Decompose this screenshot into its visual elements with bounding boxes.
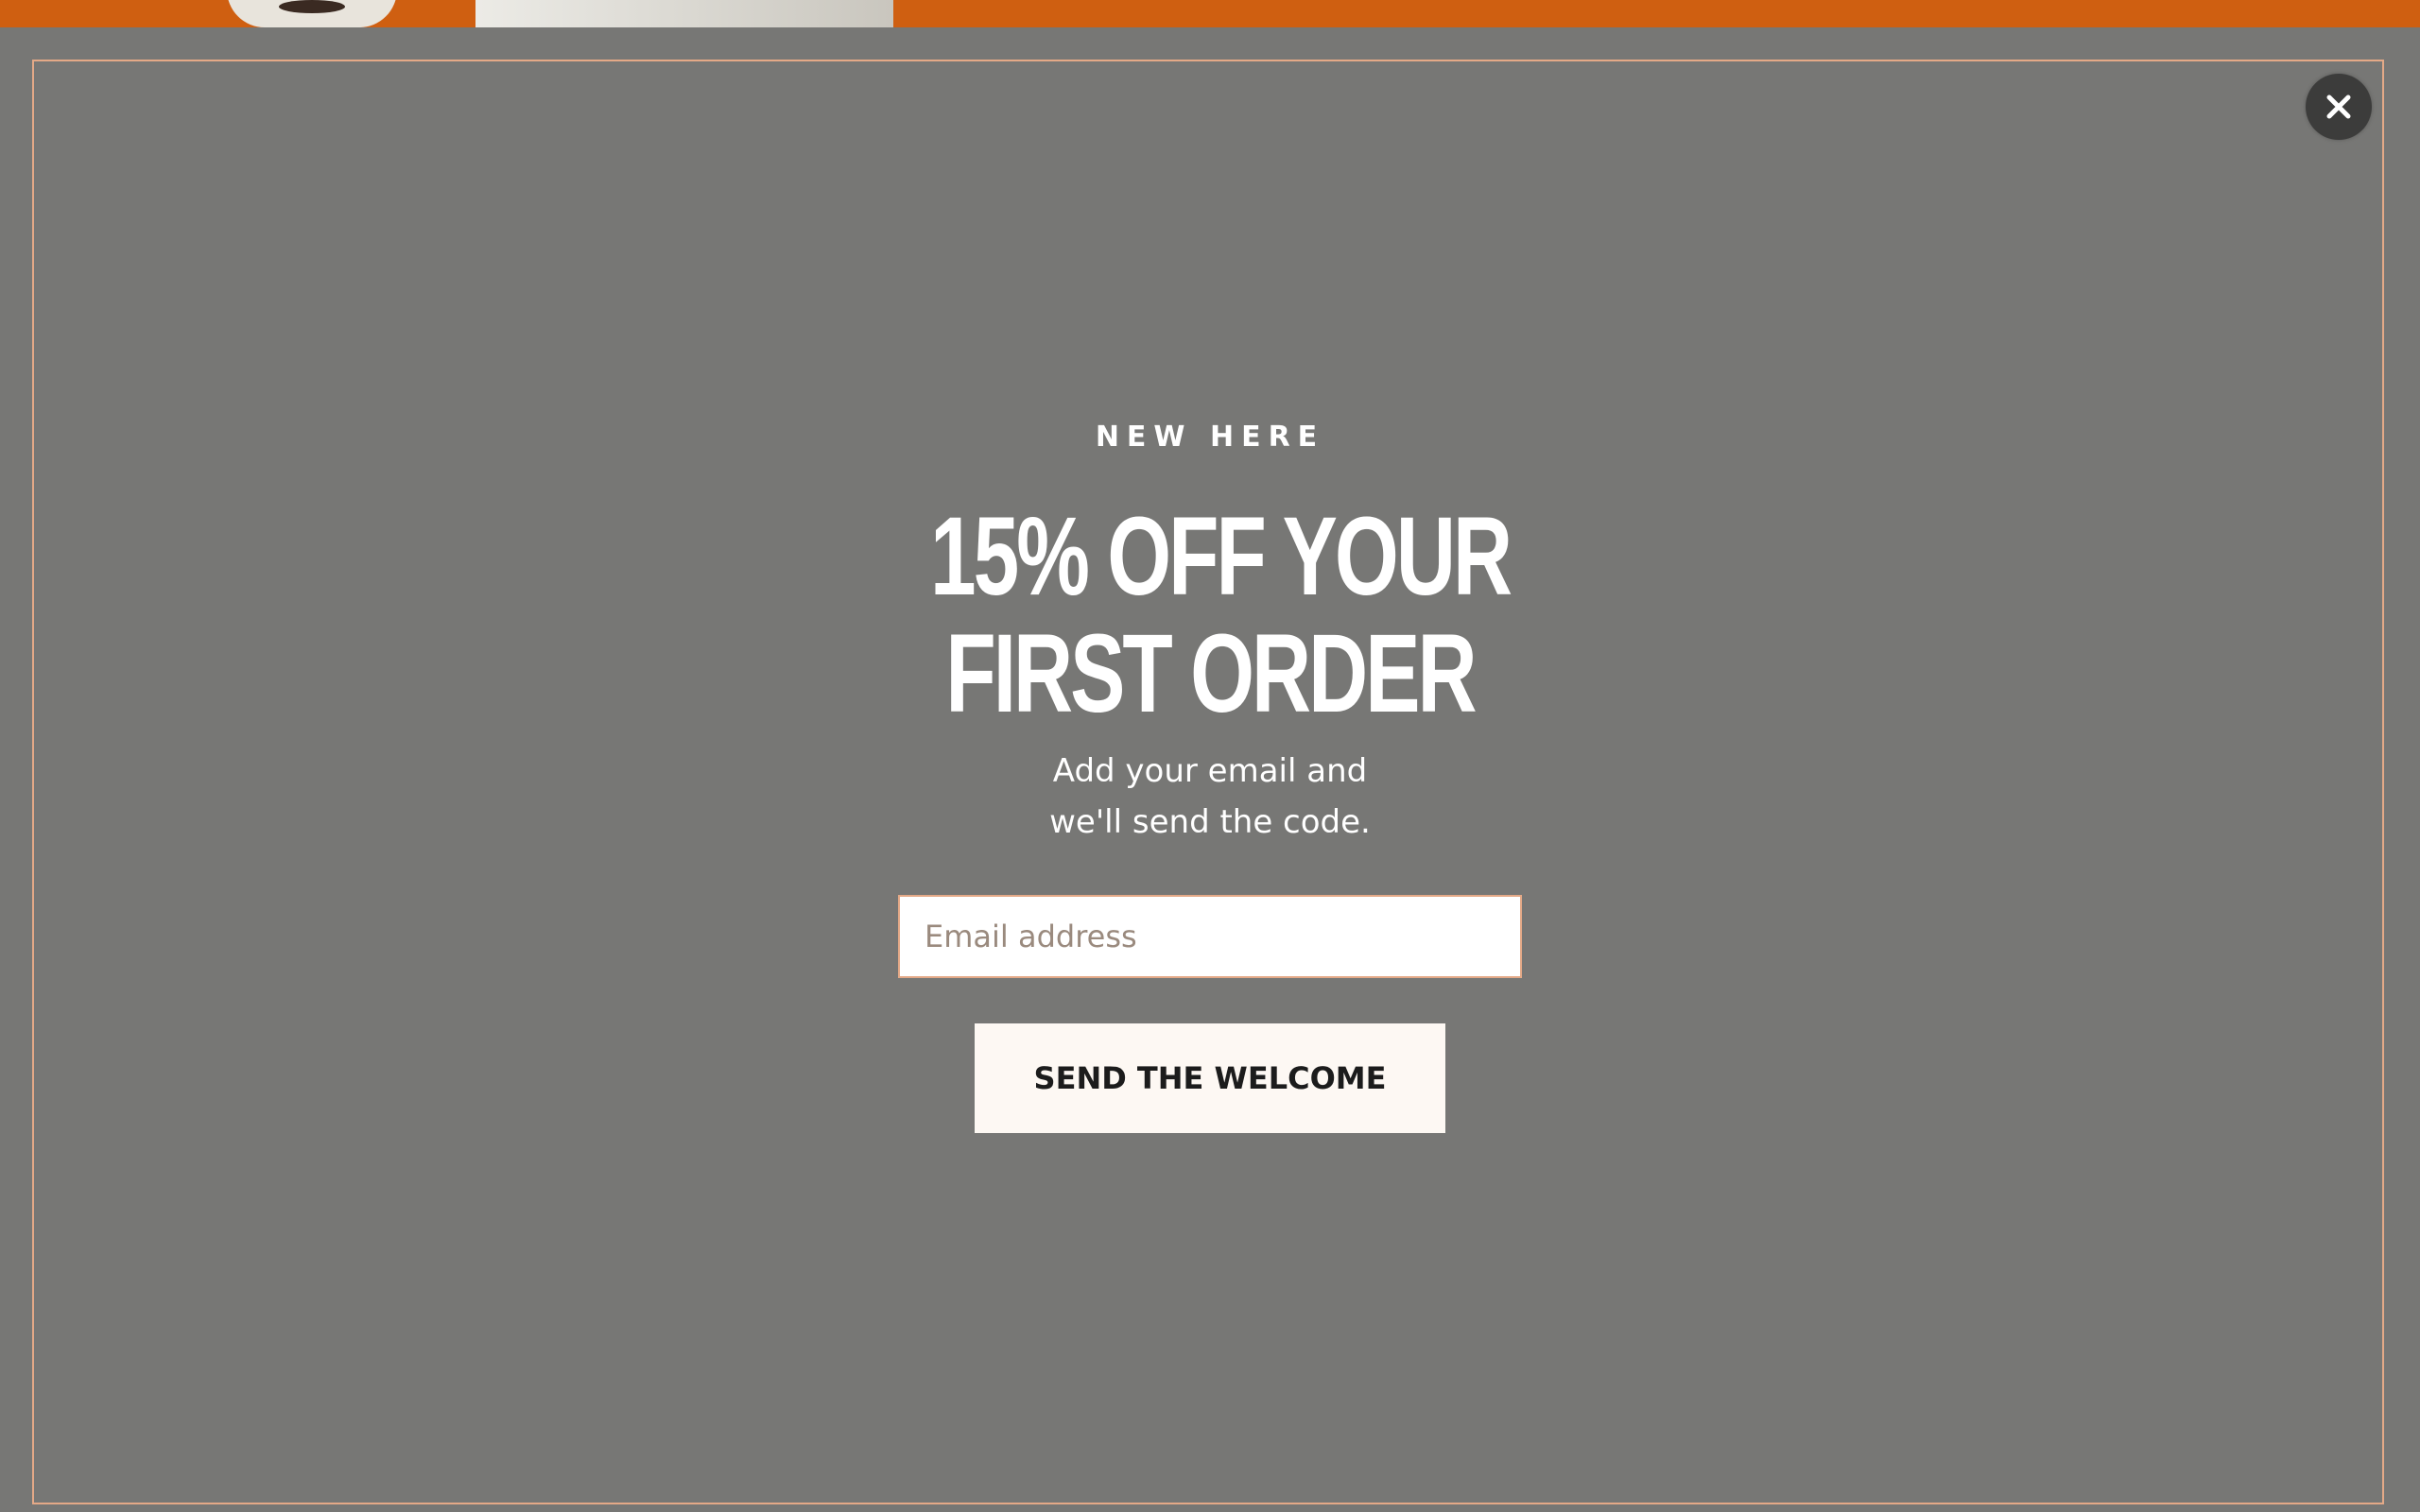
- popup-content: NEW HERE 15% OFF YOUR FIRST ORDER Add yo…: [832, 396, 1588, 1133]
- popup-headline: 15% OFF YOUR FIRST ORDER: [930, 494, 1512, 736]
- send-welcome-button[interactable]: SEND THE WELCOME: [975, 1023, 1445, 1133]
- subtext-line-1: Add your email and: [1052, 752, 1368, 790]
- close-button[interactable]: [2306, 74, 2372, 140]
- popup-overlay: NEW HERE 15% OFF YOUR FIRST ORDER Add yo…: [0, 27, 2420, 1512]
- email-field[interactable]: [898, 895, 1522, 978]
- page-header-strip: [0, 0, 2420, 27]
- headline-line-2: FIRST ORDER: [945, 611, 1477, 736]
- product-image: [227, 0, 397, 27]
- popup-subtext: Add your email and we'll send the code.: [832, 746, 1588, 848]
- product-image: [475, 0, 893, 27]
- popup-eyebrow: NEW HERE: [1095, 421, 1325, 454]
- headline-line-1: 15% OFF YOUR: [930, 494, 1512, 619]
- close-icon: [2326, 94, 2351, 119]
- subtext-line-2: we'll send the code.: [1049, 803, 1371, 841]
